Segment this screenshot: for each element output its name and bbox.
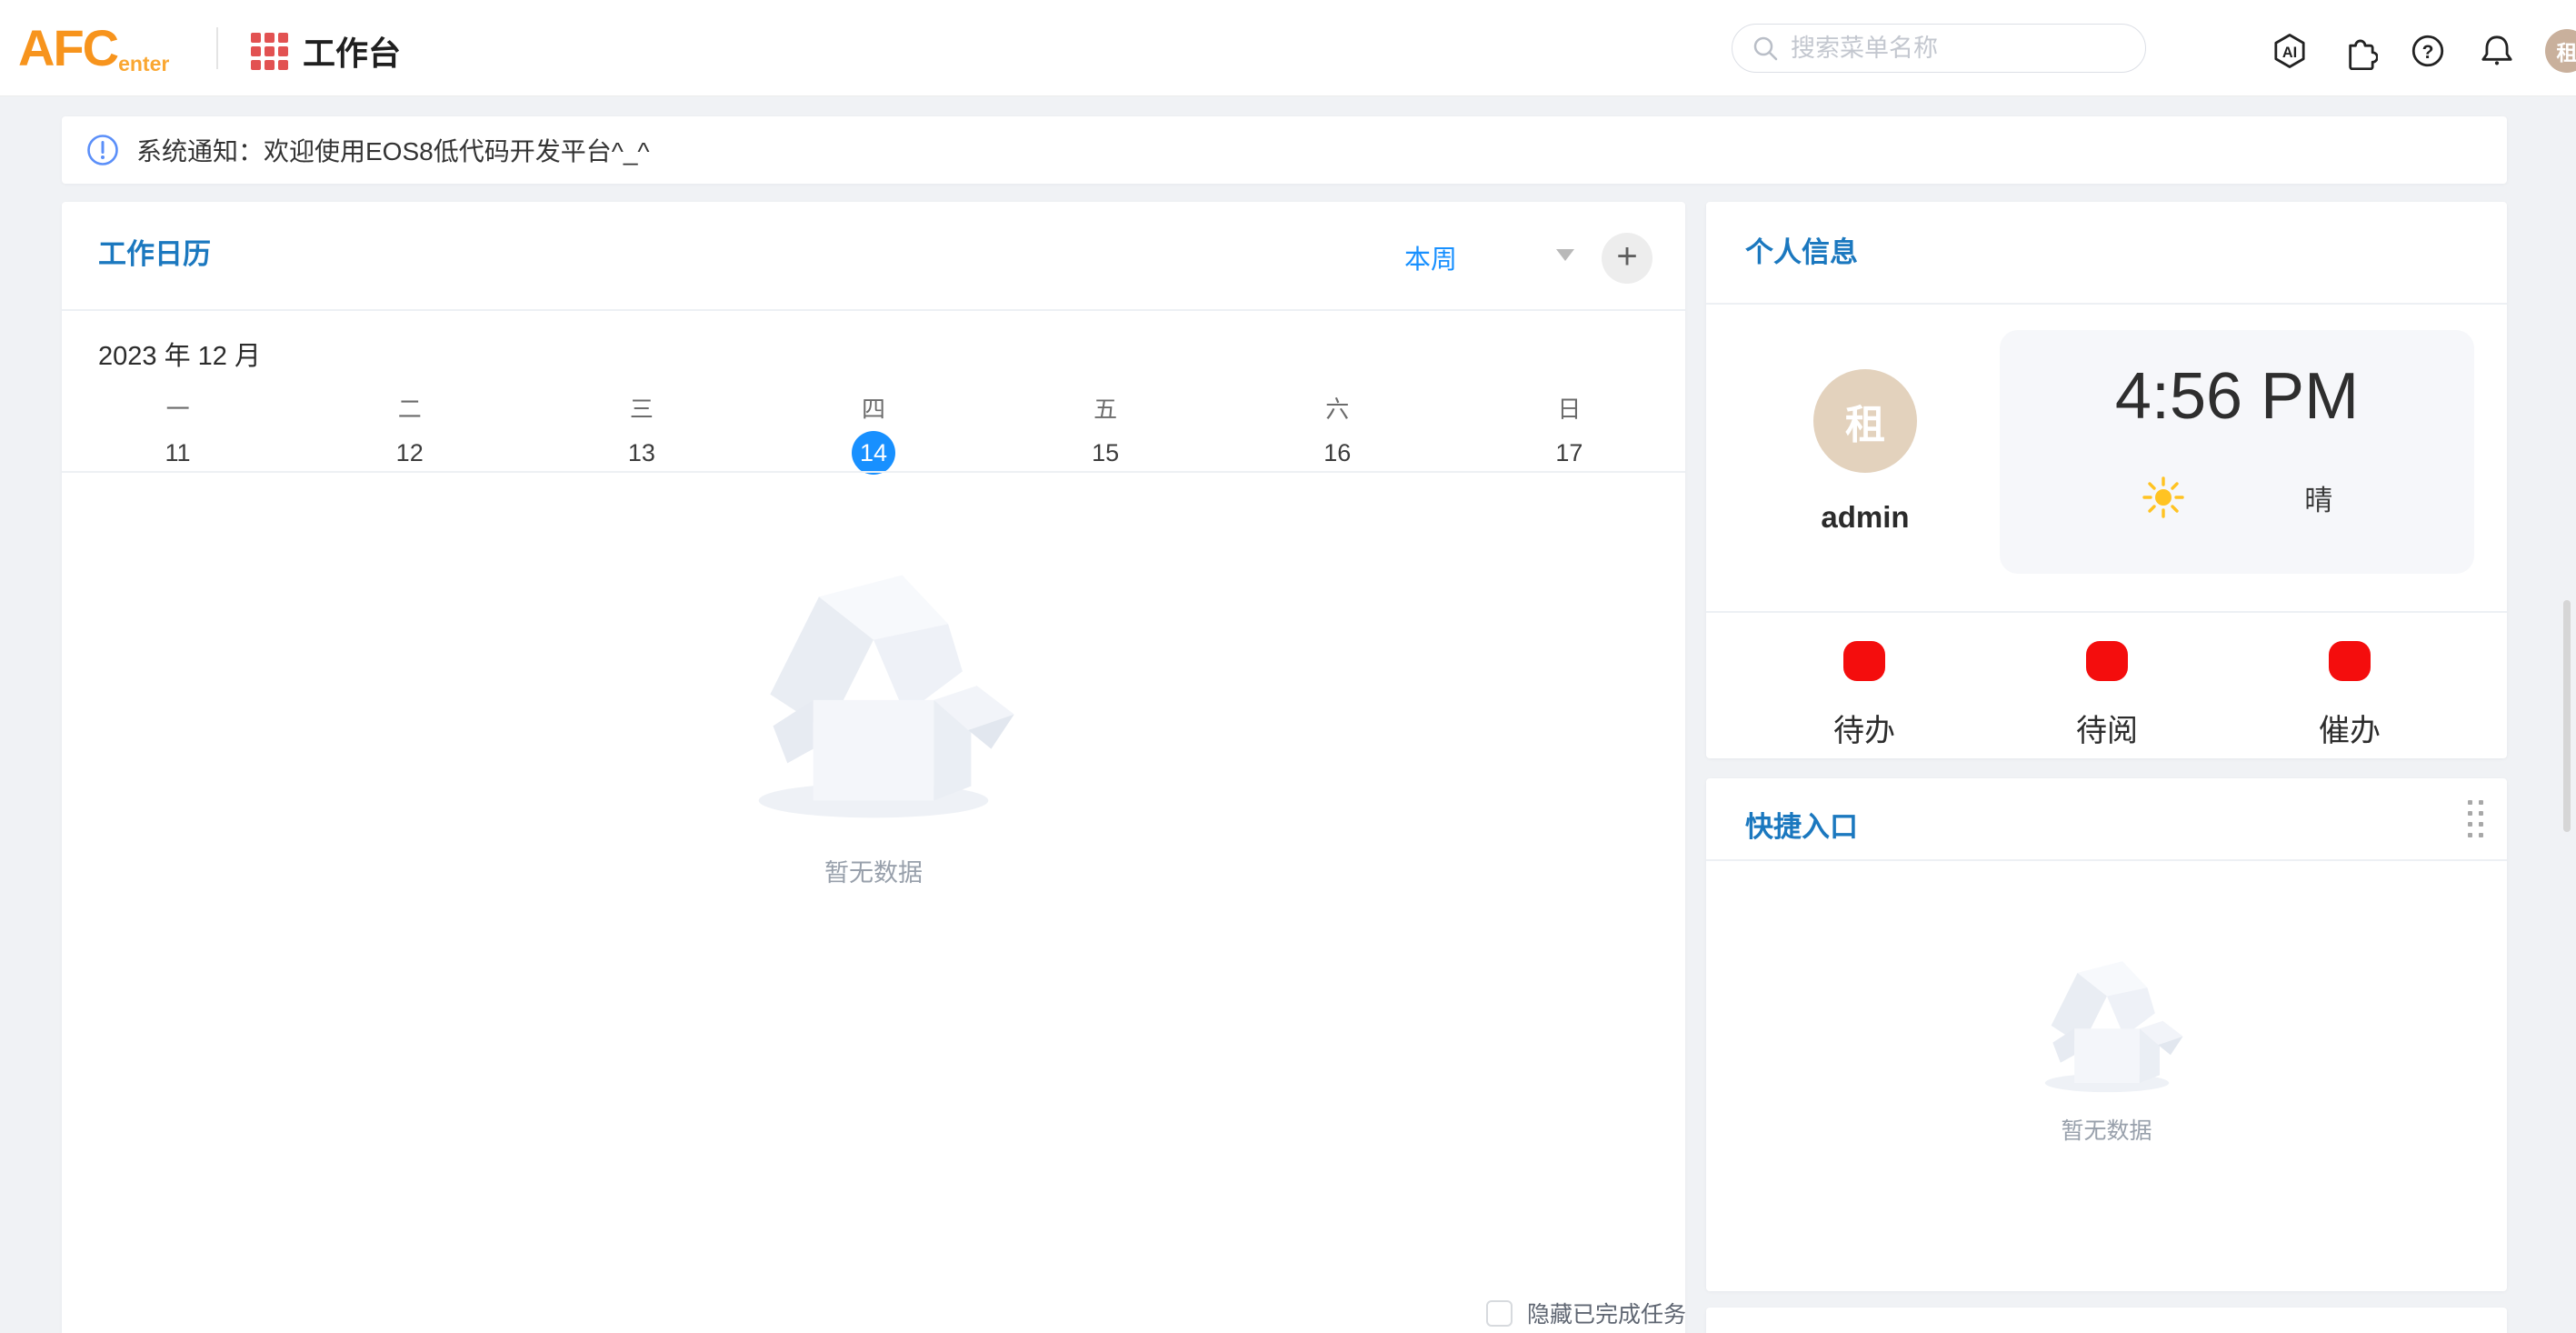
app-header: AFCenter 工作台 AI <box>0 0 2576 96</box>
quick-entry-title: 快捷入口 <box>1745 804 1858 845</box>
to-read-label: 待阅 <box>2016 706 2198 750</box>
recently-used-card: 最近使用 <box>1706 1308 2507 1333</box>
add-event-button[interactable]: + <box>1602 233 1652 284</box>
date-number: 11 <box>156 431 200 475</box>
calendar-day-cell[interactable]: 三 13 <box>525 391 757 475</box>
search-icon <box>1751 34 1780 63</box>
urge-entry[interactable]: 催办 <box>2259 641 2441 750</box>
date-number: 15 <box>1083 431 1127 475</box>
workspace-title-block: 工作台 <box>251 27 401 75</box>
quick-entry-card: 快捷入口 暂无数据 <box>1706 778 2507 1291</box>
weather-text: 晴 <box>2304 477 2332 518</box>
weekday-label: 日 <box>1453 391 1685 431</box>
afcenter-logo[interactable]: AFCenter <box>18 16 169 95</box>
calendar-day-cell[interactable]: 一 11 <box>62 391 294 475</box>
chevron-down-icon <box>1556 249 1574 261</box>
calendar-day-cell[interactable]: 六 16 <box>1222 391 1453 475</box>
profile-card-title: 个人信息 <box>1745 229 1858 270</box>
weather-row: 晴 <box>2000 476 2474 519</box>
work-calendar-card: 工作日历 本周 + 2023 年 12 月 一 11 二 12 三 13 四 1… <box>62 202 1685 1333</box>
svg-text:?: ? <box>2422 42 2434 63</box>
urge-badge <box>2329 641 2371 681</box>
selected-date-number: 14 <box>852 431 895 475</box>
weekday-label: 六 <box>1222 391 1453 431</box>
period-selector[interactable]: 本周 <box>1404 238 1457 276</box>
calendar-day-cell[interactable]: 日 17 <box>1453 391 1685 475</box>
week-grid: 一 11 二 12 三 13 四 14 五 15 六 16 <box>62 391 1685 475</box>
ai-assistant-button[interactable]: AI <box>2269 30 2311 72</box>
hide-completed-label: 隐藏已完成任务 <box>1527 1297 1686 1329</box>
divider <box>62 309 1685 311</box>
bell-icon <box>2478 32 2516 70</box>
empty-state-text: 暂无数据 <box>1706 1113 2507 1146</box>
page-title: 工作台 <box>303 27 401 75</box>
month-label: 2023 年 12 月 <box>98 335 261 373</box>
header-actions: AI ? 租 <box>2269 27 2576 75</box>
weekday-label: 五 <box>990 391 1222 431</box>
plugins-button[interactable] <box>2338 30 2380 72</box>
search-input[interactable] <box>1791 35 2127 63</box>
ai-icon: AI <box>2271 32 2309 70</box>
menu-search[interactable] <box>1732 24 2146 73</box>
weekday-label: 二 <box>294 391 525 431</box>
clock-time: 4:56 PM <box>2000 359 2474 434</box>
quick-entry-empty-state: 暂无数据 <box>1706 951 2507 1146</box>
divider <box>62 471 1685 473</box>
empty-box-illustration <box>2026 951 2188 1098</box>
divider <box>1706 303 2507 305</box>
to-read-badge <box>2086 641 2128 681</box>
weekday-label: 一 <box>62 391 294 431</box>
header-divider <box>216 27 218 69</box>
date-number: 16 <box>1315 431 1359 475</box>
calendar-empty-state: 暂无数据 <box>62 556 1685 888</box>
to-read-entry[interactable]: 待阅 <box>2016 641 2198 750</box>
todo-badge <box>1843 641 1885 681</box>
hide-completed-row: 隐藏已完成任务 <box>1486 1297 1686 1329</box>
profile-card: 个人信息 租 admin 4:56 PM <box>1706 202 2507 758</box>
time-weather-panel: 4:56 PM 晴 <box>2000 330 2474 574</box>
todo-label: 待办 <box>1773 706 1955 750</box>
date-number: 12 <box>388 431 432 475</box>
empty-box-illustration <box>724 556 1023 829</box>
calendar-day-cell-selected[interactable]: 四 14 <box>757 391 989 475</box>
apps-grid-icon[interactable] <box>251 33 288 70</box>
page-scrollbar-thumb[interactable] <box>2563 600 2571 832</box>
help-icon: ? <box>2409 32 2447 70</box>
date-number: 13 <box>620 431 664 475</box>
system-notice-bar: 系统通知：欢迎使用EOS8低代码开发平台^_^ <box>62 116 2507 184</box>
logo-main: AFC <box>18 19 117 76</box>
sun-icon <box>2142 476 2185 519</box>
urge-label: 催办 <box>2259 706 2441 750</box>
user-avatar[interactable]: 租 <box>2545 29 2576 73</box>
notifications-button[interactable] <box>2476 30 2518 72</box>
empty-state-text: 暂无数据 <box>62 853 1685 888</box>
puzzle-icon <box>2340 32 2378 70</box>
weekday-label: 四 <box>757 391 989 431</box>
weekday-label: 三 <box>525 391 757 431</box>
divider <box>1706 611 2507 613</box>
calendar-card-title: 工作日历 <box>98 231 211 272</box>
notice-text: 系统通知：欢迎使用EOS8低代码开发平台^_^ <box>136 132 650 168</box>
workbench-screen: AFCenter 工作台 AI <box>0 0 2576 1333</box>
calendar-day-cell[interactable]: 五 15 <box>990 391 1222 475</box>
logo-sub: enter <box>118 52 169 75</box>
profile-avatar[interactable]: 租 <box>1813 369 1917 473</box>
username: admin <box>1774 500 1956 535</box>
help-button[interactable]: ? <box>2407 30 2449 72</box>
svg-text:AI: AI <box>2282 45 2297 61</box>
drag-handle-icon[interactable] <box>2468 800 2483 837</box>
calendar-day-cell[interactable]: 二 12 <box>294 391 525 475</box>
divider <box>1706 859 2507 861</box>
info-icon <box>85 133 120 167</box>
period-label: 本周 <box>1404 238 1457 276</box>
todo-entry[interactable]: 待办 <box>1773 641 1955 750</box>
hide-completed-checkbox[interactable] <box>1486 1300 1513 1327</box>
date-number: 17 <box>1547 431 1591 475</box>
